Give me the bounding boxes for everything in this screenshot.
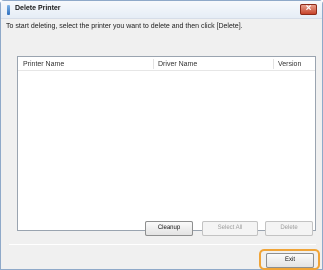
column-divider[interactable] [273, 59, 274, 69]
window-title: Delete Printer [15, 5, 61, 12]
list-header: Printer Name Driver Name Version [18, 57, 315, 71]
printer-list[interactable]: Printer Name Driver Name Version [17, 56, 316, 231]
select-all-button[interactable]: Select All [202, 221, 258, 236]
delete-printer-dialog: Delete Printer To start deleting, select… [0, 0, 323, 270]
exit-button[interactable]: Exit [266, 253, 314, 268]
printer-app-icon [7, 5, 10, 15]
title-bar[interactable]: Delete Printer [1, 1, 322, 19]
cleanup-button[interactable]: Cleanup [145, 221, 193, 236]
close-icon[interactable] [300, 3, 317, 15]
instruction-text: To start deleting, select the printer yo… [6, 23, 243, 30]
column-printer-name[interactable]: Printer Name [23, 61, 64, 68]
delete-button[interactable]: Delete [265, 221, 313, 236]
column-driver-name[interactable]: Driver Name [158, 61, 197, 68]
separator [9, 244, 316, 245]
column-divider[interactable] [153, 59, 154, 69]
column-version[interactable]: Version [278, 61, 301, 68]
